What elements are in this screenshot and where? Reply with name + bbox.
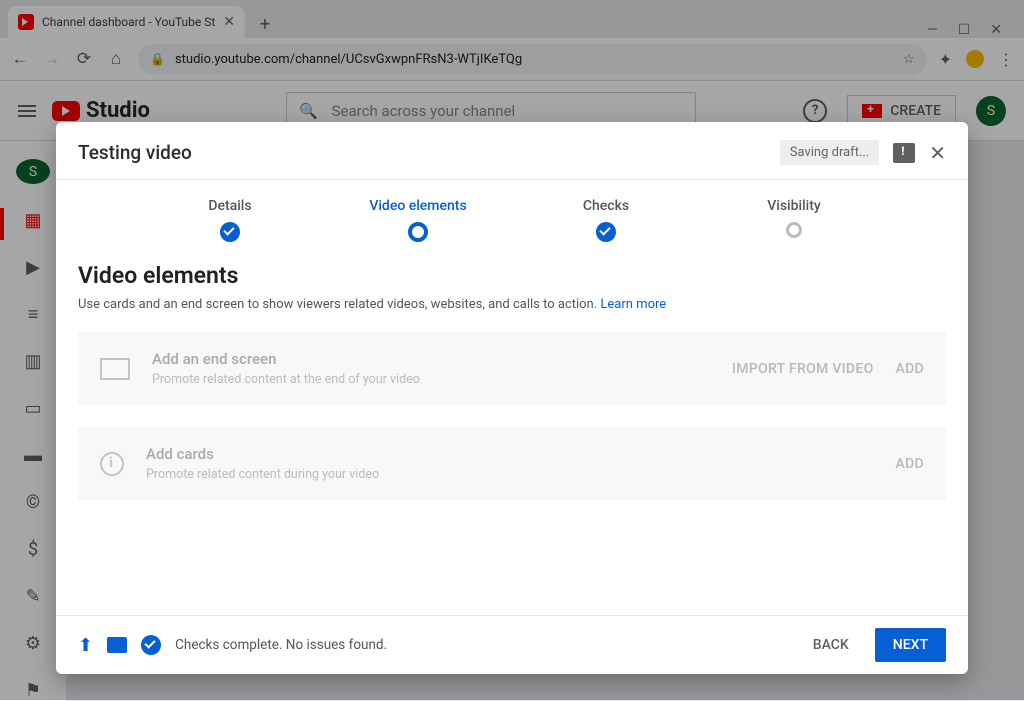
import-from-video-button[interactable]: IMPORT FROM VIDEO	[732, 361, 874, 377]
close-icon[interactable]: ✕	[929, 141, 946, 165]
step-visibility[interactable]: Visibility	[700, 198, 888, 238]
section-description: Use cards and an end screen to show view…	[78, 297, 946, 312]
upload-icon[interactable]: ⬆	[78, 635, 93, 656]
step-label: Visibility	[700, 198, 888, 214]
section-title: Video elements	[78, 262, 946, 289]
step-video-elements[interactable]: Video elements	[324, 198, 512, 242]
dialog-footer: ⬆ Checks complete. No issues found. BACK…	[56, 615, 968, 674]
saving-draft-badge: Saving draft...	[780, 140, 879, 165]
add-end-screen-button[interactable]: ADD	[896, 361, 924, 377]
info-icon	[100, 452, 124, 476]
dialog-title: Testing video	[78, 141, 192, 164]
dialog-header: Testing video Saving draft... ✕	[56, 122, 968, 179]
step-check-icon	[220, 222, 240, 242]
step-details[interactable]: Details	[136, 198, 324, 242]
section-description-text: Use cards and an end screen to show view…	[78, 297, 597, 312]
card-title: Add an end screen	[152, 350, 732, 368]
add-cards-button[interactable]: ADD	[896, 456, 924, 472]
card-subtitle: Promote related content at the end of yo…	[152, 372, 732, 387]
step-pending-icon	[786, 222, 802, 238]
feedback-icon[interactable]	[893, 143, 915, 163]
video-upload-dialog: Testing video Saving draft... ✕ Details …	[56, 122, 968, 674]
footer-status: Checks complete. No issues found.	[175, 637, 387, 653]
end-screen-icon	[100, 358, 130, 380]
checks-complete-icon	[141, 635, 161, 655]
learn-more-link[interactable]: Learn more	[600, 297, 666, 312]
stepper: Details Video elements Checks Visibility	[56, 180, 968, 252]
dialog-content: Video elements Use cards and an end scre…	[56, 252, 968, 615]
next-button[interactable]: NEXT	[875, 628, 946, 662]
step-current-icon	[408, 222, 428, 242]
step-checks[interactable]: Checks	[512, 198, 700, 242]
processing-icon[interactable]	[107, 637, 127, 653]
end-screen-card: Add an end screen Promote related conten…	[78, 332, 946, 405]
back-button[interactable]: BACK	[801, 629, 861, 661]
card-title: Add cards	[146, 445, 896, 463]
step-label: Checks	[512, 198, 700, 214]
cards-card: Add cards Promote related content during…	[78, 427, 946, 500]
step-label: Details	[136, 198, 324, 214]
step-label: Video elements	[324, 198, 512, 214]
step-check-icon	[596, 222, 616, 242]
card-subtitle: Promote related content during your vide…	[146, 467, 896, 482]
